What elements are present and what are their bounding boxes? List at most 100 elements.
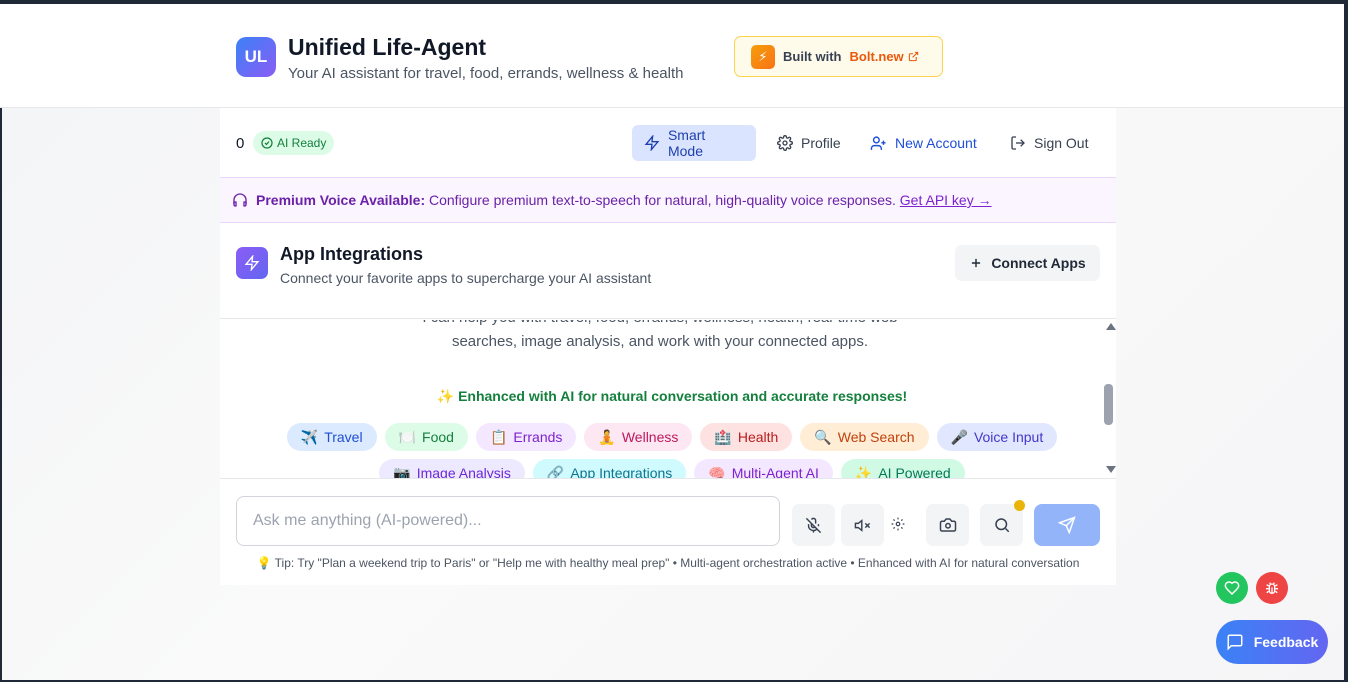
report-bug-button[interactable] — [1256, 572, 1288, 604]
send-icon — [1058, 516, 1076, 534]
sign-out-label: Sign Out — [1034, 135, 1089, 151]
chip-label: Health — [737, 429, 779, 445]
get-api-key-link[interactable]: Get API key → — [900, 192, 992, 208]
chip-web-search[interactable]: 🔍 Web Search — [800, 423, 929, 451]
chip-ai-powered[interactable]: ✨ AI Powered — [840, 459, 965, 479]
sparkles-icon: ✨ — [854, 464, 873, 479]
clipboard-icon: 📋 — [489, 428, 508, 445]
heart-icon — [1224, 581, 1240, 596]
window-right-border — [1344, 0, 1348, 682]
scroll-up-arrow-icon[interactable] — [1106, 323, 1116, 330]
app-logo: UL — [236, 37, 276, 77]
chat-bubble-icon — [1227, 634, 1243, 651]
composer-tip: 💡 Tip: Try "Plan a weekend trip to Paris… — [256, 556, 1080, 570]
search-indicator-dot — [1014, 500, 1025, 511]
external-link-icon — [908, 51, 918, 62]
log-out-icon — [1011, 136, 1025, 150]
microphone-icon: 🎤 — [950, 428, 968, 445]
enhanced-ai-note: ✨ Enhanced with AI for natural conversat… — [436, 388, 908, 404]
built-with-label: Built with — [783, 49, 842, 64]
chip-label: Food — [422, 429, 454, 445]
headphones-icon — [233, 193, 247, 207]
airplane-icon: ✈️ — [300, 428, 319, 445]
magnifier-icon: 🔍 — [814, 428, 832, 445]
toolbar: 0 AI Ready Smart Mode Profile New Accoun… — [220, 108, 1116, 177]
chip-health[interactable]: 🏥 Health — [700, 423, 793, 451]
integrations-lightning-icon — [236, 247, 268, 279]
chat-scrollbar[interactable] — [1104, 320, 1116, 478]
profile-button[interactable]: Profile — [765, 125, 853, 161]
mic-off-button[interactable] — [792, 504, 835, 546]
chip-voice-input[interactable]: 🎤 Voice Input — [936, 423, 1058, 451]
smart-mode-button[interactable]: Smart Mode — [632, 125, 756, 161]
chip-label: Errands — [513, 429, 563, 445]
scroll-thumb[interactable] — [1104, 384, 1113, 425]
chip-label: App Integrations — [570, 465, 673, 478]
chip-label: AI Powered — [878, 465, 951, 478]
feedback-button[interactable]: Feedback — [1216, 620, 1328, 664]
brain-icon: 🧠 — [708, 464, 726, 479]
camera-button[interactable] — [926, 504, 969, 546]
bug-icon — [1266, 582, 1278, 594]
chip-image-analysis[interactable]: 📷 Image Analysis — [379, 459, 525, 478]
main-panel: 0 AI Ready Smart Mode Profile New Accoun… — [220, 108, 1116, 585]
chip-travel[interactable]: ✈️ Travel — [286, 423, 377, 451]
voice-settings-gear-icon[interactable] — [891, 517, 905, 531]
app-title: Unified Life-Agent — [288, 34, 487, 60]
meditation-icon: 🧘 — [598, 428, 616, 445]
integrations-title: App Integrations — [280, 244, 423, 264]
send-button[interactable] — [1034, 504, 1100, 546]
chat-area: I can help you with travel, food, errand… — [220, 320, 1116, 478]
gear-icon — [777, 135, 793, 151]
chip-label: Voice Input — [973, 429, 1044, 445]
chip-label: Travel — [324, 429, 363, 445]
ai-ready-label: AI Ready — [277, 136, 327, 150]
assistant-intro-text: I can help you with travel, food, errand… — [422, 320, 897, 350]
composer: 💡 Tip: Try "Plan a weekend trip to Paris… — [220, 478, 1116, 585]
premium-voice-title: Premium Voice Available: — [256, 192, 426, 208]
new-account-button[interactable]: New Account — [858, 125, 989, 161]
like-button[interactable] — [1216, 572, 1248, 604]
bolt-icon: ⚡ — [751, 44, 775, 69]
premium-voice-banner: Premium Voice Available: Configure premi… — [220, 177, 1116, 223]
premium-voice-text: Configure premium text-to-speech for nat… — [429, 192, 896, 208]
chip-errands[interactable]: 📋 Errands — [475, 423, 577, 451]
mute-button[interactable] — [841, 504, 884, 546]
link-icon: 🔗 — [546, 464, 565, 479]
speaker-mute-icon — [854, 518, 871, 532]
chip-label: Multi-Agent AI — [731, 465, 819, 478]
profile-label: Profile — [801, 135, 841, 151]
connect-apps-label: Connect Apps — [991, 255, 1086, 271]
smart-mode-label: Smart Mode — [667, 127, 706, 159]
bolt-link[interactable]: Bolt.new — [850, 49, 919, 64]
connect-apps-button[interactable]: Connect Apps — [955, 245, 1100, 281]
built-with-bolt-badge[interactable]: ⚡ Built with Bolt.new — [734, 36, 943, 77]
chip-app-integrations[interactable]: 🔗 App Integrations — [532, 459, 687, 479]
chip-label: Web Search — [837, 429, 915, 445]
sign-out-button[interactable]: Sign Out — [998, 125, 1100, 161]
chip-food[interactable]: 🍽️ Food — [384, 423, 468, 451]
integrations-subtitle: Connect your favorite apps to supercharg… — [280, 270, 652, 286]
chip-wellness[interactable]: 🧘 Wellness — [584, 423, 693, 451]
chip-multi-agent-ai[interactable]: 🧠 Multi-Agent AI — [694, 459, 833, 478]
feedback-label: Feedback — [1253, 634, 1319, 650]
plate-icon: 🍽️ — [398, 428, 417, 445]
capability-chips-row-2: 📷 Image Analysis 🔗 App Integrations 🧠 Multi… — [220, 459, 1116, 478]
chip-label: Wellness — [621, 429, 679, 445]
mic-off-icon — [805, 517, 822, 533]
capability-chips-row-1: ✈️ Travel 🍽️ Food 📋 Errands 🧘 Wellness 🏥 Heal… — [220, 423, 1116, 451]
lightning-icon — [644, 135, 660, 151]
app-integrations-section: App Integrations Connect your favorite a… — [220, 223, 1116, 319]
message-counter: 0 — [236, 135, 245, 152]
app-header: UL Unified Life-Agent Your AI assistant … — [0, 4, 1344, 108]
camera-icon: 📷 — [393, 464, 411, 479]
scroll-down-arrow-icon[interactable] — [1106, 466, 1116, 473]
chat-input[interactable] — [236, 496, 780, 546]
search-icon — [994, 518, 1009, 533]
camera-icon — [939, 518, 956, 532]
chip-label: Image Analysis — [416, 465, 511, 478]
user-plus-icon — [870, 135, 886, 150]
ai-ready-badge: AI Ready — [253, 131, 335, 155]
hospital-icon: 🏥 — [714, 428, 732, 445]
new-account-label: New Account — [895, 135, 977, 151]
